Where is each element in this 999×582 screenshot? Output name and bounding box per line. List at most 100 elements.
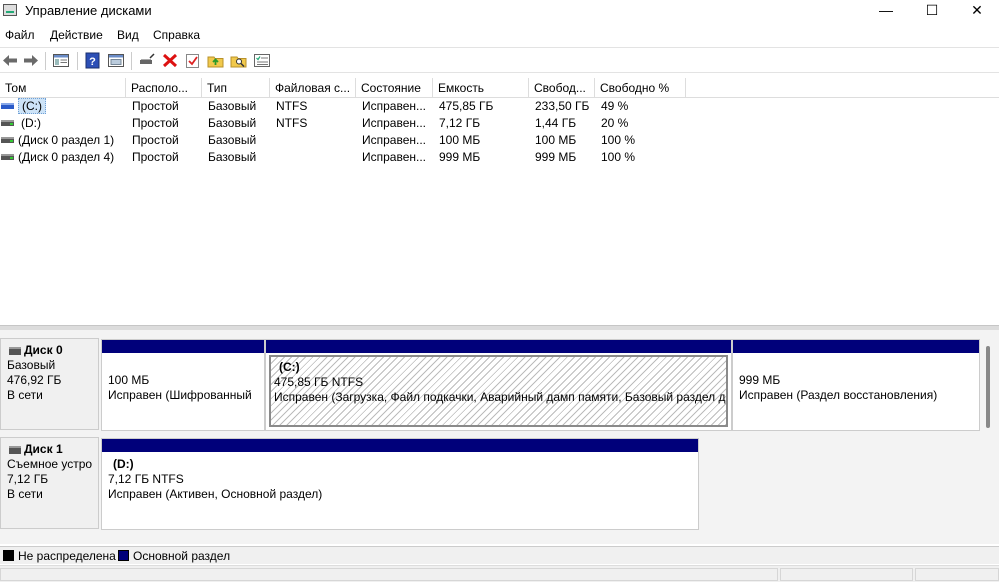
search-folder-icon[interactable] (230, 52, 248, 69)
disk-0-partition-c[interactable]: (C:) 475,85 ГБ NTFS Исправен (Загрузка, … (265, 339, 732, 431)
volume-layout: Простой (132, 116, 179, 130)
volume-layout: Простой (132, 150, 179, 164)
status-bar (0, 565, 999, 582)
volume-type: Базовый (208, 150, 257, 164)
volume-icon (1, 103, 14, 109)
column-header-free-space[interactable]: Свобод... (529, 78, 595, 98)
close-button[interactable]: ✕ (954, 0, 999, 22)
volume-capacity: 999 МБ (439, 150, 481, 164)
volume-icon (1, 137, 14, 143)
volume-free-percent: 49 % (601, 99, 629, 113)
disk-0-title: Диск 0 (7, 343, 92, 358)
partition-body-selected: (C:) 475,85 ГБ NTFS Исправен (Загрузка, … (269, 355, 728, 427)
menu-file[interactable]: Файл (5, 28, 35, 42)
partition-body: (D:) 7,12 ГБ NTFS Исправен (Активен, Осн… (105, 454, 695, 526)
disk-1-state: В сети (7, 487, 43, 501)
volume-status: Исправен... (362, 133, 427, 147)
volume-name: (D:) (21, 116, 41, 130)
disk-0-partition-1[interactable]: 100 МБ Исправен (Шифрованный (101, 339, 265, 431)
disk-map-scrollbar[interactable] (986, 346, 990, 428)
volume-row[interactable]: (D:) Простой Базовый NTFS Исправен... 7,… (0, 115, 700, 132)
menu-action[interactable]: Действие (50, 28, 103, 42)
disk-0-partition-recovery[interactable]: 999 МБ Исправен (Раздел восстановления) (732, 339, 980, 431)
volume-type: Базовый (208, 133, 257, 147)
partition-body: 100 МБ Исправен (Шифрованный (105, 355, 261, 427)
volume-capacity: 100 МБ (439, 133, 481, 147)
properties-icon[interactable] (107, 52, 125, 69)
primary-partition-bar (102, 340, 264, 353)
volume-row[interactable]: (Диск 0 раздел 4) Простой Базовый Исправ… (0, 149, 700, 166)
partition-size: 475,85 ГБ NTFS (274, 375, 364, 389)
volume-type: Базовый (208, 99, 257, 113)
disk-management-app-icon (3, 4, 17, 16)
volume-icon (1, 154, 14, 160)
toolbar-separator (77, 52, 78, 70)
partition-name: (C:) (279, 360, 300, 374)
toolbar-separator (45, 52, 46, 70)
partition-size: 7,12 ГБ NTFS (108, 472, 184, 486)
minimize-button[interactable]: — (863, 0, 909, 22)
partition-size: 100 МБ (108, 373, 150, 387)
legend-swatch-primary (118, 550, 129, 561)
menu-help[interactable]: Справка (153, 28, 200, 42)
column-header-free-percent[interactable]: Свободно % (595, 78, 686, 98)
disk-0-state: В сети (7, 388, 43, 402)
partition-status: Исправен (Раздел восстановления) (739, 388, 938, 402)
column-header-filesystem[interactable]: Файловая с... (270, 78, 356, 98)
back-icon[interactable] (1, 52, 19, 69)
column-header-type[interactable]: Тип (202, 78, 270, 98)
partition-name: (D:) (113, 457, 134, 471)
title-bar: Управление дисками — ☐ ✕ (0, 0, 999, 22)
volume-filesystem: NTFS (276, 116, 308, 130)
primary-partition-bar (266, 340, 731, 353)
partition-body: 999 МБ Исправен (Раздел восстановления) (736, 355, 976, 427)
volume-type: Базовый (208, 116, 257, 130)
disk-1-label[interactable]: Диск 1 Съемное устро 7,12 ГБ В сети (0, 437, 99, 529)
volume-name: (Диск 0 раздел 1) (18, 133, 115, 147)
volume-free-space: 1,44 ГБ (535, 116, 577, 130)
status-pane (0, 568, 778, 581)
menu-bar: Файл Действие Вид Справка (0, 25, 999, 45)
disk-0-label[interactable]: Диск 0 Базовый 476,92 ГБ В сети (0, 338, 99, 430)
volume-list-header: Том Располо... Тип Файловая с... Состоян… (0, 78, 999, 98)
volume-row[interactable]: (C:) Простой Базовый NTFS Исправен... 47… (0, 98, 700, 115)
legend-swatch-unallocated (3, 550, 14, 561)
maximize-button[interactable]: ☐ (909, 0, 955, 22)
legend: Не распределена Основной раздел (0, 546, 999, 564)
menu-view[interactable]: Вид (117, 28, 139, 42)
help-icon[interactable]: ? (84, 52, 102, 69)
console-tree-icon[interactable] (52, 52, 70, 69)
volume-status: Исправен... (362, 116, 427, 130)
disk-1-partition-d[interactable]: (D:) 7,12 ГБ NTFS Исправен (Активен, Осн… (101, 438, 699, 530)
volume-free-percent: 20 % (601, 116, 629, 130)
status-pane (915, 568, 999, 581)
partition-status: Исправен (Шифрованный (108, 388, 252, 402)
svg-text:?: ? (89, 56, 96, 68)
checkmark-icon[interactable] (184, 52, 202, 69)
list-view-icon[interactable] (253, 52, 271, 69)
volume-free-space: 999 МБ (535, 150, 577, 164)
column-header-volume[interactable]: Том (0, 78, 126, 98)
column-header-capacity[interactable]: Емкость (433, 78, 529, 98)
up-folder-icon[interactable] (207, 52, 225, 69)
partition-status: Исправен (Загрузка, Файл подкачки, Авари… (274, 390, 728, 404)
volume-status: Исправен... (362, 99, 427, 113)
toolbar: ? (0, 47, 999, 73)
disk-1-size: 7,12 ГБ (7, 472, 49, 486)
partition-size: 999 МБ (739, 373, 781, 387)
connect-icon[interactable] (138, 52, 156, 69)
forward-icon[interactable] (22, 52, 40, 69)
disk-0-size: 476,92 ГБ (7, 373, 62, 387)
volume-capacity: 475,85 ГБ (439, 99, 494, 113)
volume-layout: Простой (132, 133, 179, 147)
delete-icon[interactable] (161, 52, 179, 69)
volume-free-percent: 100 % (601, 133, 636, 147)
volume-row[interactable]: (Диск 0 раздел 1) Простой Базовый Исправ… (0, 132, 700, 149)
volume-name: (C:) (18, 98, 46, 114)
legend-primary: Основной раздел (133, 549, 231, 563)
volume-icon (1, 120, 14, 126)
column-header-status[interactable]: Состояние (356, 78, 433, 98)
disk-1-type: Съемное устро (7, 457, 92, 471)
column-header-layout[interactable]: Располо... (126, 78, 202, 98)
toolbar-separator (131, 52, 132, 70)
